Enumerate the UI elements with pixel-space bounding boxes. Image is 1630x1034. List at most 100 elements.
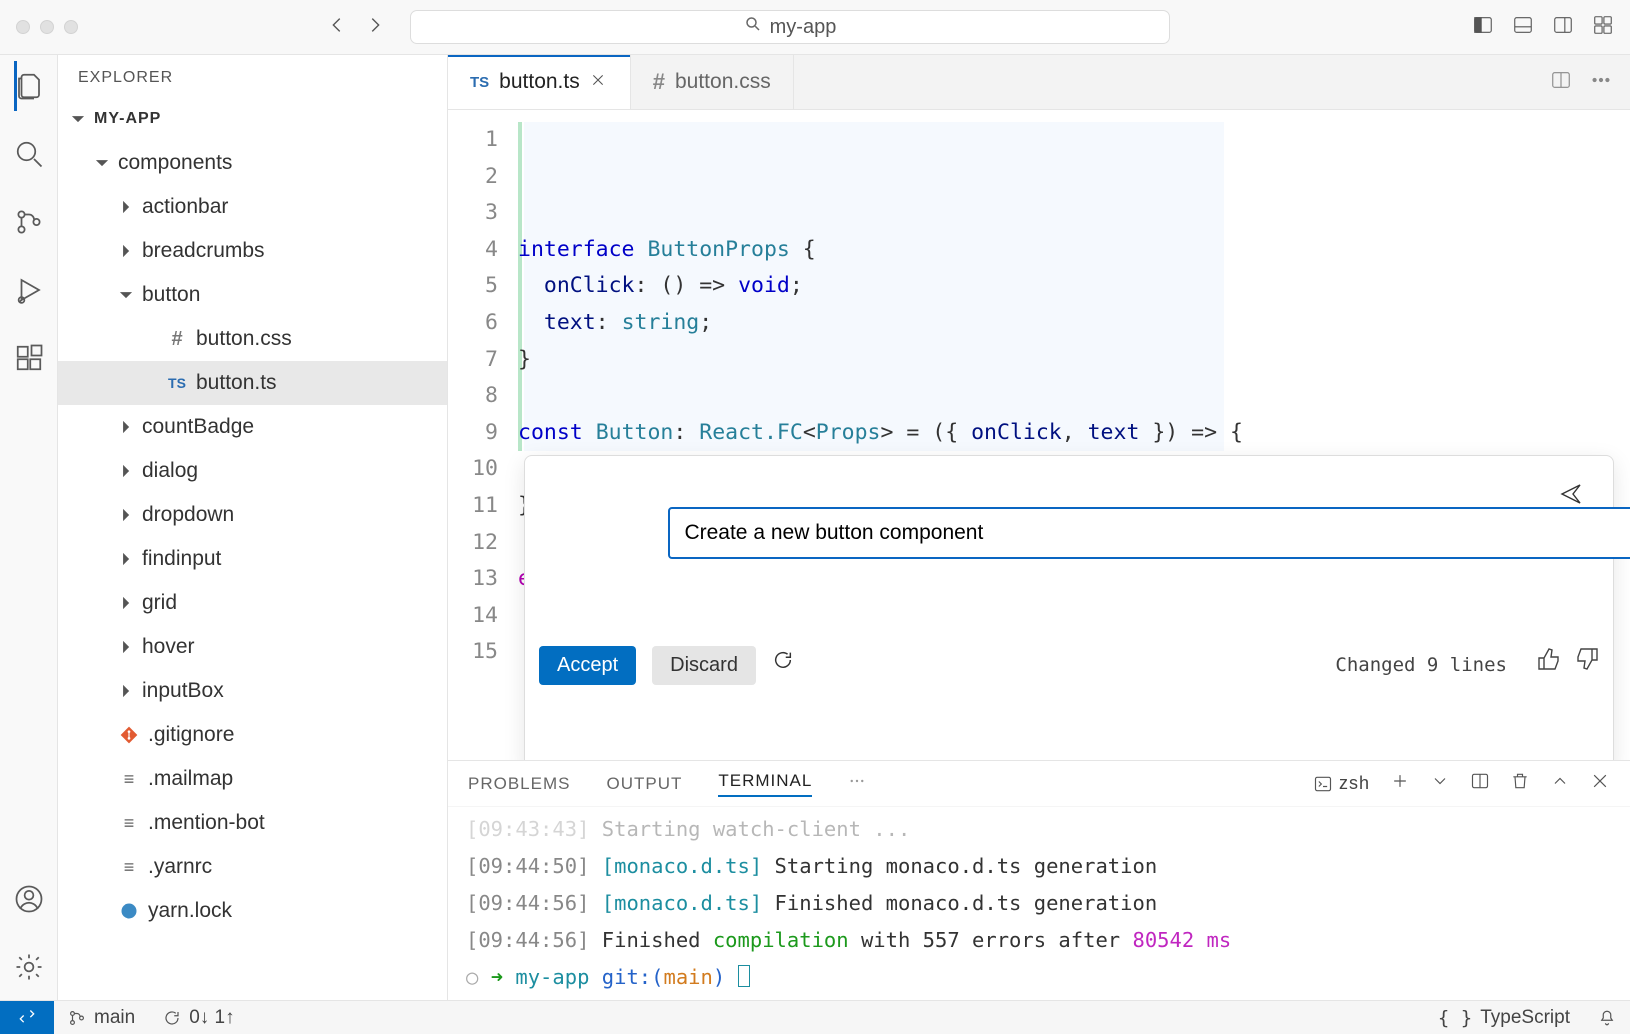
sidebar-title: EXPLORER [58, 55, 447, 97]
activity-source-control[interactable] [14, 203, 44, 241]
activity-bar [0, 55, 58, 1000]
terminal-profile[interactable]: zsh [1313, 773, 1370, 794]
panel-tab-problems[interactable]: PROBLEMS [468, 774, 570, 794]
tree-folder[interactable]: button [58, 273, 447, 317]
close-window-dot[interactable] [16, 20, 30, 34]
activity-explorer[interactable] [14, 67, 44, 105]
toggle-panel-icon[interactable] [1512, 14, 1534, 41]
sync-status[interactable]: 0↓ 1↑ [149, 1007, 248, 1029]
chevron-right-icon [118, 508, 134, 522]
chevron-right-icon [118, 420, 134, 434]
file-icon: ≡ [118, 813, 140, 834]
thumbs-up-icon[interactable] [1537, 647, 1561, 684]
activity-settings[interactable] [14, 948, 44, 986]
maximize-panel-icon[interactable] [1550, 771, 1570, 796]
activity-accounts[interactable] [14, 880, 44, 918]
terminal-output[interactable]: [09:43:43] Starting watch-client ... [09… [448, 807, 1630, 1000]
editor-area: TSbutton.ts#button.css 12345678910111213… [448, 55, 1630, 1000]
regenerate-icon[interactable] [772, 647, 794, 684]
nav-forward-icon[interactable] [364, 14, 386, 41]
tree-folder[interactable]: dialog [58, 449, 447, 493]
inline-chat-widget: Accept Discard Changed 9 lines [524, 455, 1614, 760]
tree-file[interactable]: .gitignore [58, 713, 447, 757]
tree-folder[interactable]: countBadge [58, 405, 447, 449]
language-mode[interactable]: { } TypeScript [1424, 1007, 1584, 1029]
tree-root[interactable]: MY-APP [58, 97, 447, 141]
search-text: my-app [770, 16, 837, 39]
tree-folder[interactable]: inputBox [58, 669, 447, 713]
split-terminal-icon[interactable] [1470, 771, 1490, 796]
tree-file[interactable]: ≡.mention-bot [58, 801, 447, 845]
discard-button[interactable]: Discard [652, 646, 756, 685]
tree-file[interactable]: ≡.yarnrc [58, 845, 447, 889]
search-icon [744, 15, 762, 39]
code-content[interactable]: interface ButtonProps { onClick: () => v… [518, 110, 1630, 760]
notifications-icon[interactable] [1584, 1007, 1630, 1029]
editor-tab[interactable]: #button.css [631, 55, 794, 109]
tree-folder[interactable]: actionbar [58, 185, 447, 229]
close-panel-icon[interactable] [1590, 771, 1610, 796]
tree-folder[interactable]: hover [58, 625, 447, 669]
chevron-right-icon [118, 596, 134, 610]
panel-tab-output[interactable]: OUTPUT [606, 774, 682, 794]
tree-file[interactable]: yarn.lock [58, 889, 447, 933]
tree-file[interactable]: ≡.mailmap [58, 757, 447, 801]
editor-tab[interactable]: TSbutton.ts [448, 55, 631, 109]
window-controls [16, 20, 78, 34]
minimize-window-dot[interactable] [40, 20, 54, 34]
file-icon [118, 901, 140, 921]
file-icon: ≡ [118, 769, 140, 790]
inline-chat-input[interactable] [668, 507, 1630, 559]
close-tab-icon[interactable] [590, 70, 608, 94]
editor-tabs: TSbutton.ts#button.css [448, 55, 1630, 110]
chevron-down-icon [70, 112, 86, 126]
split-editor-icon[interactable] [1550, 69, 1572, 96]
tree-folder[interactable]: grid [58, 581, 447, 625]
tree-folder[interactable]: components [58, 141, 447, 185]
chevron-down-icon [94, 156, 110, 170]
branch-status[interactable]: main [54, 1007, 149, 1029]
layout-customize-icon[interactable] [1592, 14, 1614, 41]
tree-folder[interactable]: findinput [58, 537, 447, 581]
nav-back-icon[interactable] [326, 14, 348, 41]
file-icon [118, 725, 140, 745]
file-icon: # [166, 328, 188, 351]
panel-tabs: PROBLEMS OUTPUT TERMINAL zsh [448, 761, 1630, 807]
tree-folder[interactable]: breadcrumbs [58, 229, 447, 273]
title-bar: my-app [0, 0, 1630, 55]
code-editor[interactable]: 123456789101112131415 interface ButtonPr… [448, 110, 1630, 760]
new-terminal-icon[interactable] [1390, 771, 1410, 796]
terminal-dropdown-icon[interactable] [1430, 771, 1450, 796]
activity-extensions[interactable] [14, 339, 44, 377]
command-center[interactable]: my-app [410, 10, 1170, 44]
explorer-sidebar: EXPLORER MY-APP componentsactionbarbread… [58, 55, 448, 1000]
activity-search[interactable] [14, 135, 44, 173]
chevron-right-icon [118, 464, 134, 478]
accept-button[interactable]: Accept [539, 646, 636, 685]
more-actions-icon[interactable] [1590, 69, 1612, 96]
send-icon[interactable] [1559, 482, 1583, 519]
toggle-sidebar-right-icon[interactable] [1552, 14, 1574, 41]
toggle-sidebar-left-icon[interactable] [1472, 14, 1494, 41]
activity-run-debug[interactable] [14, 271, 44, 309]
tree-folder[interactable]: dropdown [58, 493, 447, 537]
inline-chat-status: Changed 9 lines [1335, 647, 1507, 684]
bottom-panel: PROBLEMS OUTPUT TERMINAL zsh [ [448, 760, 1630, 1000]
panel-more-icon[interactable] [848, 772, 866, 795]
chevron-right-icon [118, 200, 134, 214]
thumbs-down-icon[interactable] [1575, 647, 1599, 684]
maximize-window-dot[interactable] [64, 20, 78, 34]
panel-tab-terminal[interactable]: TERMINAL [718, 771, 812, 797]
kill-terminal-icon[interactable] [1510, 771, 1530, 796]
chevron-right-icon [118, 244, 134, 258]
chevron-down-icon [118, 288, 134, 302]
chevron-right-icon [118, 684, 134, 698]
status-bar: main 0↓ 1↑ { } TypeScript [0, 1000, 1630, 1034]
remote-indicator[interactable] [0, 1001, 54, 1034]
chevron-right-icon [118, 640, 134, 654]
line-gutter: 123456789101112131415 [448, 110, 518, 760]
tree-file[interactable]: #button.css [58, 317, 447, 361]
file-icon: ≡ [118, 857, 140, 878]
tree-file[interactable]: TSbutton.ts [58, 361, 447, 405]
file-tree: MY-APP componentsactionbarbreadcrumbsbut… [58, 97, 447, 1000]
